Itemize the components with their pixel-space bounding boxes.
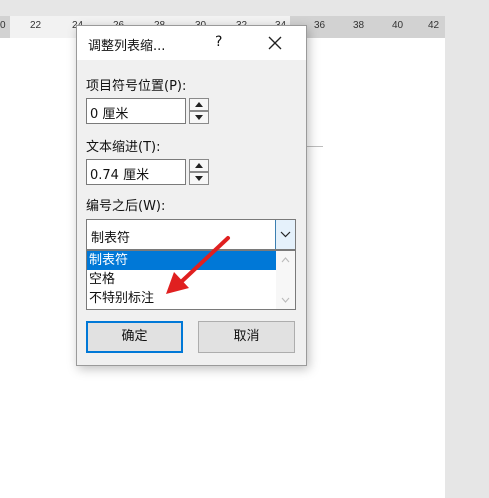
- options-scrollbar[interactable]: [276, 251, 295, 309]
- ruler-number: 22: [30, 20, 42, 31]
- follow-number-dropdown-button[interactable]: [275, 220, 295, 249]
- chevron-down-icon: [280, 231, 291, 238]
- adjust-list-indent-dialog: 调整列表缩... ? 项目符号位置(P): 0 厘米 文本缩进(T): 0.74…: [76, 25, 307, 366]
- help-button[interactable]: ?: [215, 34, 222, 50]
- follow-number-label: 编号之后(W):: [86, 199, 166, 214]
- ruler-number: 36: [314, 20, 326, 31]
- chevron-down-icon: [281, 297, 290, 303]
- ruler-number: 40: [392, 20, 404, 31]
- text-indent-up-button[interactable]: [189, 159, 209, 172]
- dialog-titlebar[interactable]: 调整列表缩... ?: [77, 26, 306, 60]
- bullet-position-down-button[interactable]: [189, 111, 209, 124]
- ruler-number: 38: [353, 20, 365, 31]
- chevron-up-icon: [281, 257, 290, 263]
- triangle-down-icon: [195, 176, 203, 181]
- follow-number-selected-value: 制表符: [91, 231, 131, 246]
- triangle-down-icon: [195, 115, 203, 120]
- triangle-up-icon: [195, 163, 203, 168]
- close-icon: [268, 36, 282, 50]
- bullet-position-label: 项目符号位置(P):: [86, 79, 187, 94]
- dialog-title: 调整列表缩...: [88, 39, 166, 54]
- text-indent-label: 文本缩进(T):: [86, 140, 161, 155]
- ruler-number: 42: [428, 20, 440, 31]
- bullet-position-input[interactable]: 0 厘米: [86, 98, 186, 124]
- bullet-position-up-button[interactable]: [189, 98, 209, 111]
- text-indent-down-button[interactable]: [189, 172, 209, 185]
- cancel-button[interactable]: 取消: [198, 321, 295, 353]
- ruler-number: 0: [0, 20, 6, 31]
- triangle-up-icon: [195, 102, 203, 107]
- ok-button[interactable]: 确定: [86, 321, 183, 353]
- close-button[interactable]: [265, 33, 285, 53]
- text-line-fragment: [305, 146, 323, 147]
- red-arrow-icon: [166, 236, 230, 294]
- text-indent-input[interactable]: 0.74 厘米: [86, 159, 186, 185]
